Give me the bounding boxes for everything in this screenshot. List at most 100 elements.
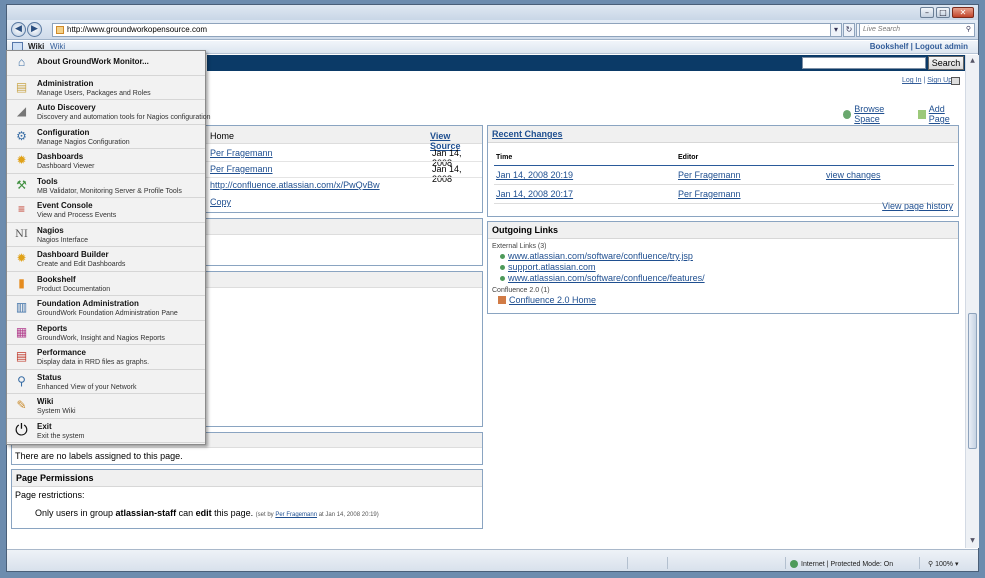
search-icon[interactable]: ⚲ bbox=[966, 24, 971, 36]
list-item[interactable]: support.atlassian.com bbox=[500, 262, 958, 272]
scroll-down-icon[interactable]: ▼ bbox=[968, 537, 977, 546]
menu-item-title: Dashboard Builder bbox=[37, 250, 109, 259]
change-time-link[interactable]: Jan 14, 2008 20:19 bbox=[496, 170, 573, 180]
menu-item-bookshelf[interactable]: ▮ Bookshelf Product Documentation bbox=[7, 272, 205, 296]
zoom-level[interactable]: ⚲ 100% ▾ bbox=[928, 560, 958, 568]
outgoing-link[interactable]: support.atlassian.com bbox=[508, 262, 596, 272]
tools-icon: ⚒ bbox=[16, 177, 27, 192]
vertical-scrollbar[interactable]: ▲ ▼ bbox=[965, 55, 979, 548]
menu-item-dashboards[interactable]: ✹ Dashboards Dashboard Viewer bbox=[7, 149, 205, 174]
set-by-prefix: (set by bbox=[255, 512, 276, 518]
menu-item-dashboard-builder[interactable]: ✹ Dashboard Builder Create and Edit Dashbo… bbox=[7, 247, 205, 272]
menu-item-title: Bookshelf bbox=[37, 274, 76, 284]
login-link[interactable]: Log In bbox=[902, 77, 921, 84]
list-item[interactable]: www.atlassian.com/software/confluence/fe… bbox=[500, 273, 958, 283]
date-2: Jan 14, 2008 bbox=[432, 164, 462, 184]
live-search-input[interactable]: Live Search ⚲ bbox=[859, 23, 975, 37]
close-icon[interactable]: ✕ bbox=[952, 7, 974, 18]
set-by-suffix: at Jan 14, 2008 20:19) bbox=[317, 512, 379, 518]
back-icon[interactable]: ◀ bbox=[11, 22, 26, 37]
tiny-link[interactable]: http://confluence.atlassian.com/x/PwQvBw bbox=[210, 180, 380, 190]
performance-icon: ▤ bbox=[15, 349, 28, 363]
change-time-link[interactable]: Jan 14, 2008 20:17 bbox=[496, 189, 573, 199]
address-text: http://www.groundworkopensource.com bbox=[67, 25, 208, 34]
menu-item-nagios[interactable]: NI Nagios Nagios Interface bbox=[7, 223, 205, 247]
list-item[interactable]: Confluence 2.0 Home bbox=[498, 295, 958, 305]
set-by-user-link[interactable]: Per Fragemann bbox=[275, 512, 317, 518]
dashboards-icon: ✹ bbox=[16, 153, 27, 167]
menu-item-event-console[interactable]: ≡ Event Console View and Process Events bbox=[7, 198, 205, 223]
print-icon[interactable] bbox=[951, 77, 960, 85]
menu-item-description: Create and Edit Dashboards bbox=[37, 261, 126, 268]
copy-link[interactable]: Copy bbox=[210, 197, 231, 207]
menu-item-configuration[interactable]: ⚙ Configuration Manage Nagios Configuratio… bbox=[7, 125, 205, 149]
menu-item-auto-discovery[interactable]: ◢ Auto Discovery Discovery and automation … bbox=[7, 100, 211, 125]
menu-item-description: Product Documentation bbox=[37, 285, 111, 293]
add-page-link[interactable]: Add Page bbox=[917, 104, 965, 124]
signup-link[interactable]: Sign Up bbox=[927, 77, 952, 84]
minimize-icon[interactable]: – bbox=[920, 7, 934, 18]
zoom-text: 100% bbox=[935, 561, 953, 568]
maximize-icon[interactable]: □ bbox=[936, 7, 950, 18]
confluence-home-link[interactable]: Confluence 2.0 Home bbox=[509, 295, 596, 305]
configuration-icon: ⚙ bbox=[16, 128, 27, 143]
menu-item-reports[interactable]: ▦ Reports GroundWork, Insight and Nagios R… bbox=[7, 321, 205, 345]
view-changes-link[interactable]: view changes bbox=[826, 170, 881, 180]
table-row: Jan 14, 2008 20:19 Per Fragemann view ch… bbox=[494, 165, 954, 185]
refresh-icon[interactable]: ↻ bbox=[843, 23, 855, 37]
menu-item-administration[interactable]: ▤ Administration Manage Users, Packages an… bbox=[7, 76, 205, 100]
list-item[interactable]: www.atlassian.com/software/confluence/tr… bbox=[500, 251, 958, 261]
confluence-search-input[interactable] bbox=[802, 57, 926, 69]
view-page-history-link[interactable]: View page history bbox=[882, 201, 953, 211]
menu-item-about-groundwork-monitor[interactable]: ⌂ About GroundWork Monitor... bbox=[7, 51, 205, 76]
administration-icon: ▤ bbox=[15, 79, 28, 94]
editor-link[interactable]: Per Fragemann bbox=[678, 170, 741, 180]
outgoing-link[interactable]: www.atlassian.com/software/confluence/fe… bbox=[508, 273, 705, 283]
author-link-2[interactable]: Per Fragemann bbox=[210, 164, 273, 174]
menu-item-title: Tools bbox=[37, 176, 58, 186]
action-header bbox=[824, 150, 954, 166]
only-prefix: Only users in group bbox=[35, 508, 116, 518]
menu-item-description: Enhanced View of your Network bbox=[37, 383, 137, 391]
menu-item-tools[interactable]: ⚒ Tools MB Validator, Monitoring Server & … bbox=[7, 174, 205, 198]
menu-item-performance[interactable]: ▤ Performance Display data in RRD files as… bbox=[7, 345, 205, 370]
menu-item-wiki[interactable]: ✎ Wiki System Wiki bbox=[7, 394, 205, 419]
permissions-title: Page Permissions bbox=[12, 470, 482, 487]
address-bar[interactable]: http://www.groundworkopensource.com bbox=[52, 23, 832, 37]
reports-icon: ▦ bbox=[15, 324, 28, 339]
status-bar: Internet | Protected Mode: On ⚲ 100% ▾ bbox=[7, 549, 978, 571]
status-icon: ⚲ bbox=[17, 373, 26, 388]
menu-item-exit[interactable]: ⏻ Exit Exit the system bbox=[7, 419, 205, 443]
menu-item-status[interactable]: ⚲ Status Enhanced View of your Network bbox=[7, 370, 205, 394]
menu-item-foundation-administration[interactable]: ▥ Foundation Administration GroundWork Fou… bbox=[7, 296, 205, 321]
live-search-placeholder: Live Search bbox=[863, 26, 900, 33]
this-page-text: this page. bbox=[211, 508, 254, 518]
home-page-icon bbox=[498, 296, 506, 304]
browse-space-label: Browse Space bbox=[854, 104, 885, 124]
page-favicon-icon bbox=[56, 26, 64, 34]
outgoing-link[interactable]: www.atlassian.com/software/confluence/tr… bbox=[508, 251, 693, 261]
menu-item-title: Foundation Administration bbox=[37, 299, 139, 308]
bookshelf-logout-links[interactable]: Bookshelf | Logout admin bbox=[870, 42, 968, 51]
security-zone-text: Internet | Protected Mode: On bbox=[801, 560, 894, 568]
recent-changes-title[interactable]: Recent Changes bbox=[488, 126, 958, 143]
link-bullet-icon bbox=[500, 253, 505, 259]
editor-link[interactable]: Per Fragemann bbox=[678, 189, 741, 199]
security-zone[interactable]: Internet | Protected Mode: On bbox=[790, 560, 893, 568]
scroll-up-icon[interactable]: ▲ bbox=[968, 57, 977, 66]
address-dropdown-icon[interactable]: ▾ bbox=[830, 23, 842, 37]
menu-item-description: Manage Nagios Configuration bbox=[37, 138, 130, 146]
search-button[interactable]: Search bbox=[928, 56, 964, 70]
scroll-thumb[interactable] bbox=[968, 313, 977, 449]
menu-item-description: Display data in RRD files as graphs. bbox=[37, 359, 150, 366]
browse-space-icon bbox=[843, 109, 852, 119]
forward-icon[interactable]: ▶ bbox=[27, 22, 42, 37]
menu-item-description: Dashboard Viewer bbox=[37, 163, 95, 170]
author-link-1[interactable]: Per Fragemann bbox=[210, 148, 273, 158]
recent-changes-table: Time Editor Jan 14, 2008 20:19 Per Frage… bbox=[494, 150, 954, 204]
home-label: Home bbox=[210, 131, 235, 141]
globe-icon bbox=[790, 560, 798, 568]
bookshelf-icon: ▮ bbox=[18, 275, 25, 290]
browse-space-link[interactable]: Browse Space bbox=[843, 104, 908, 124]
foundation-icon: ▥ bbox=[15, 300, 28, 314]
